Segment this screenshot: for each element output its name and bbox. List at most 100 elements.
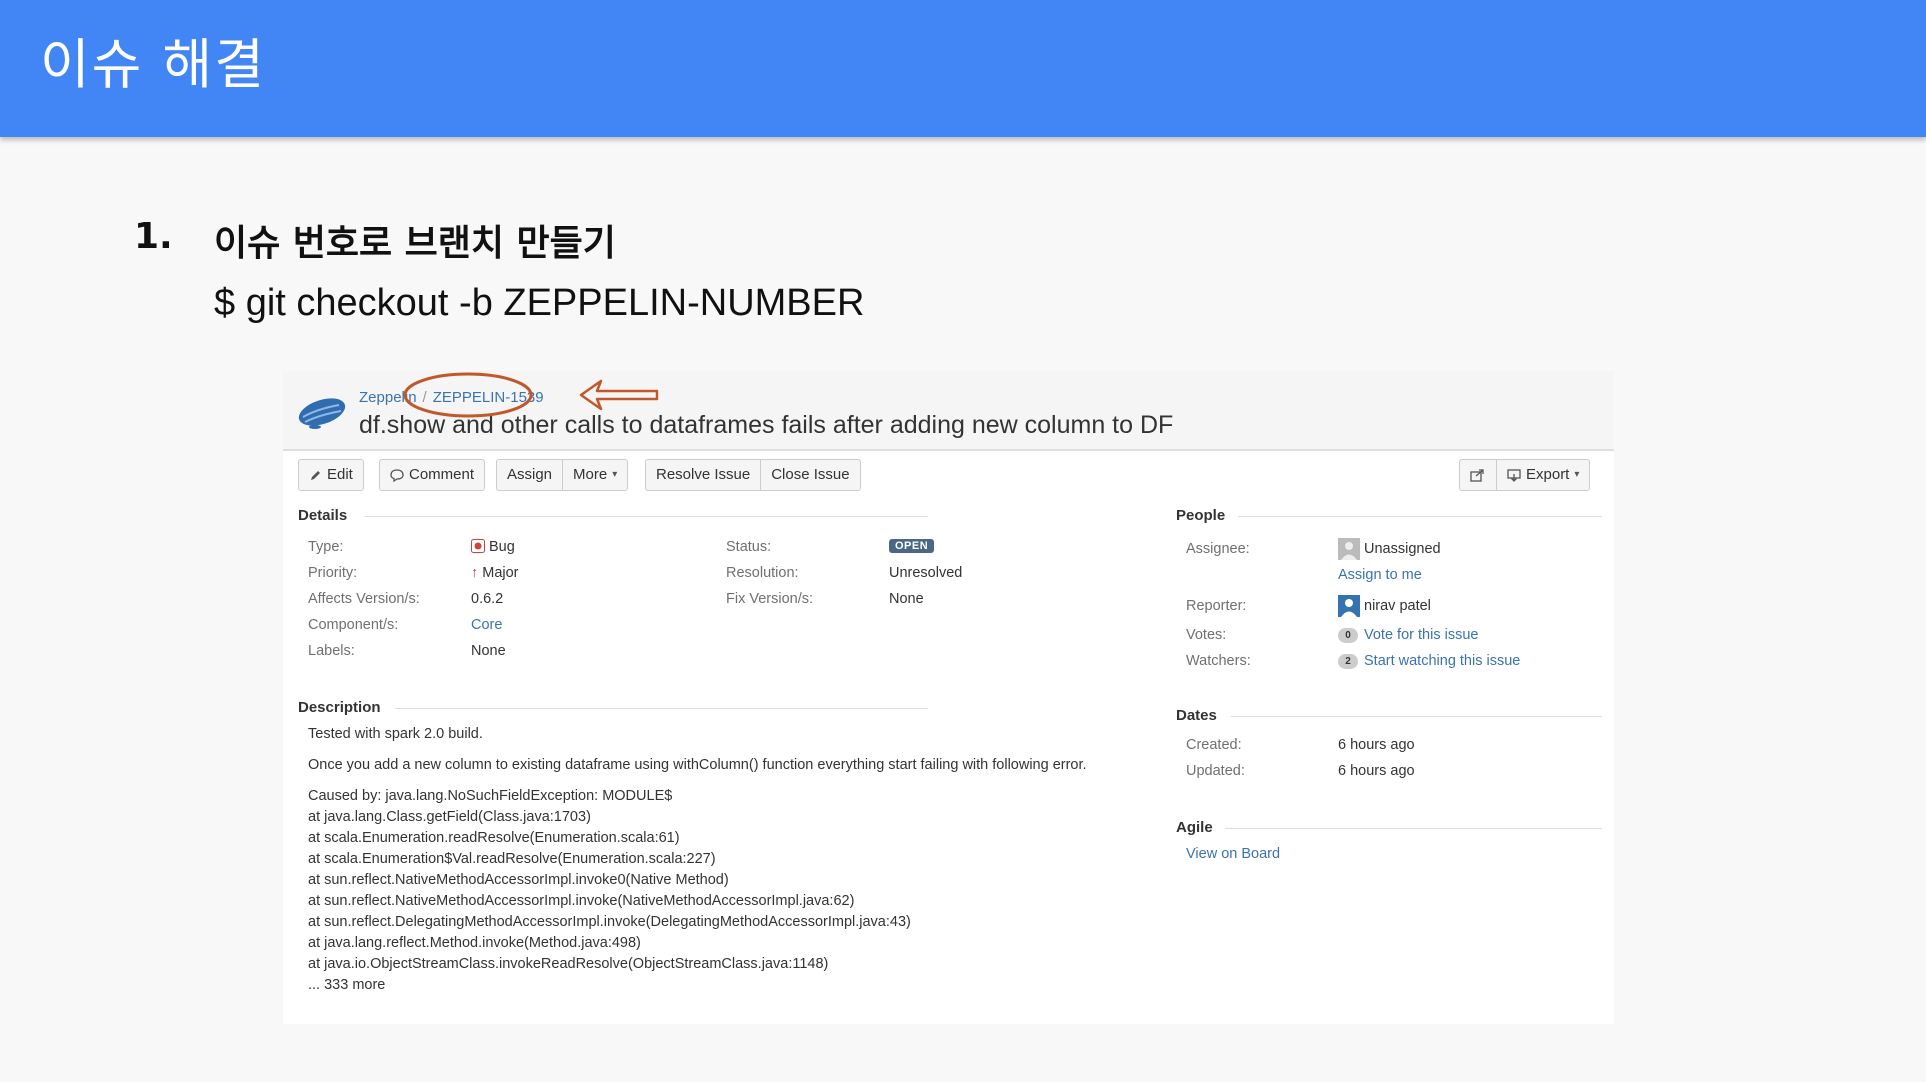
speech-bubble-icon — [390, 468, 404, 482]
caret-down-icon: ▾ — [612, 469, 618, 480]
agile-divider — [1225, 828, 1602, 829]
breadcrumb: Zeppelin / ZEPPELIN-1539 — [359, 389, 544, 406]
issue-summary: df.show and other calls to dataframes fa… — [359, 411, 1174, 439]
resolution-label: Resolution: — [726, 565, 799, 581]
description-heading: Description — [298, 699, 381, 716]
watchers-label: Watchers: — [1186, 653, 1251, 669]
watchers-value: 2 Start watching this issue — [1338, 653, 1520, 669]
export-button[interactable]: Export ▾ — [1496, 460, 1589, 490]
reporter-text: nirav patel — [1364, 597, 1431, 614]
stack-trace-line: at sun.reflect.NativeMethodAccessorImpl.… — [308, 872, 729, 888]
people-divider — [1238, 516, 1602, 517]
resolve-issue-button[interactable]: Resolve Issue — [646, 460, 760, 490]
stack-trace-line: ... 333 more — [308, 977, 386, 993]
step-number: 1. — [134, 216, 173, 257]
description-line: Once you add a new column to existing da… — [308, 757, 1087, 773]
more-label: More — [573, 466, 608, 483]
priority-value: ↑ Major — [471, 565, 519, 581]
created-value: 6 hours ago — [1338, 737, 1415, 753]
share-export-group: Export ▾ — [1459, 459, 1591, 491]
stack-trace-line: at scala.Enumeration.readResolve(Enumera… — [308, 830, 680, 846]
share-icon — [1470, 469, 1484, 482]
assign-more-group: Assign More ▾ — [496, 459, 629, 491]
description-divider — [395, 708, 928, 709]
issue-header: Zeppelin / ZEPPELIN-1539 df.show and other… — [283, 371, 1614, 451]
component-label: Component/s: — [308, 617, 399, 633]
slide-header: 이슈 해결 — [0, 0, 1926, 137]
status-label: Status: — [726, 539, 772, 555]
updated-label: Updated: — [1186, 763, 1245, 779]
type-value: Bug — [471, 539, 515, 555]
share-button[interactable] — [1460, 460, 1496, 490]
zeppelin-logo-icon — [298, 398, 346, 429]
breadcrumb-project-link[interactable]: Zeppelin — [359, 389, 417, 406]
issue-toolbar: Edit Comment Assign More ▾ Resolve Issue… — [283, 459, 1614, 491]
edit-button[interactable]: Edit — [299, 460, 363, 490]
git-command: $ git checkout -b ZEPPELIN-NUMBER — [214, 282, 865, 324]
close-issue-button[interactable]: Close Issue — [760, 460, 859, 490]
component-link[interactable]: Core — [471, 617, 502, 633]
stack-trace-line: at scala.Enumeration$Val.readResolve(Enu… — [308, 851, 716, 867]
comment-label: Comment — [409, 466, 475, 483]
watch-link[interactable]: Start watching this issue — [1364, 653, 1520, 669]
unassigned-avatar-icon — [1338, 538, 1360, 560]
updated-value: 6 hours ago — [1338, 763, 1415, 779]
caret-down-icon: ▾ — [1574, 469, 1580, 480]
priority-text: Major — [482, 565, 519, 581]
reporter-avatar-icon — [1338, 595, 1360, 617]
type-text: Bug — [489, 539, 515, 555]
reporter-value: nirav patel — [1338, 595, 1431, 617]
description-line: Tested with spark 2.0 build. — [308, 726, 483, 742]
affects-version-value: 0.6.2 — [471, 591, 504, 607]
pencil-icon — [311, 470, 320, 480]
status-badge: OPEN — [889, 539, 935, 553]
stack-trace-line: at java.lang.Class.getField(Class.java:1… — [308, 809, 591, 825]
edit-label: Edit — [327, 466, 353, 483]
assign-to-me-link[interactable]: Assign to me — [1338, 567, 1422, 583]
details-heading: Details — [298, 507, 348, 524]
details-divider — [365, 516, 928, 517]
view-on-board-link[interactable]: View on Board — [1186, 846, 1280, 862]
fix-version-label: Fix Version/s: — [726, 591, 814, 607]
comment-group: Comment — [379, 459, 486, 491]
more-button[interactable]: More ▾ — [562, 460, 627, 490]
assignee-value: Unassigned — [1338, 538, 1441, 560]
assignee-label: Assignee: — [1186, 541, 1250, 557]
dates-divider — [1231, 716, 1602, 717]
slide-title: 이슈 해결 — [40, 33, 266, 96]
votes-count: 0 — [1338, 628, 1358, 643]
edit-group: Edit — [298, 459, 364, 491]
dates-heading: Dates — [1176, 707, 1217, 724]
arrow-up-icon: ↑ — [471, 565, 479, 581]
workflow-group: Resolve Issue Close Issue — [645, 459, 861, 491]
jira-issue-screenshot: Zeppelin / ZEPPELIN-1539 df.show and other… — [283, 371, 1614, 1024]
stack-trace-line: at sun.reflect.NativeMethodAccessorImpl.… — [308, 893, 855, 909]
votes-value: 0 Vote for this issue — [1338, 627, 1478, 643]
priority-label: Priority: — [308, 565, 358, 581]
fix-version-value: None — [889, 591, 924, 607]
resolution-value: Unresolved — [889, 565, 963, 581]
affects-version-label: Affects Version/s: — [308, 591, 420, 607]
labels-value: None — [471, 643, 506, 659]
created-label: Created: — [1186, 737, 1242, 753]
labels-label: Labels: — [308, 643, 355, 659]
bug-icon — [471, 539, 485, 553]
stack-trace-line: at java.io.ObjectStreamClass.invokeReadR… — [308, 956, 829, 972]
reporter-label: Reporter: — [1186, 598, 1247, 614]
download-icon — [1507, 469, 1521, 482]
breadcrumb-issue-key-link[interactable]: ZEPPELIN-1539 — [433, 389, 544, 406]
agile-heading: Agile — [1176, 819, 1213, 836]
stack-trace-line: Caused by: java.lang.NoSuchFieldExceptio… — [308, 788, 673, 804]
assign-button[interactable]: Assign — [497, 460, 562, 490]
assignee-text: Unassigned — [1364, 540, 1441, 557]
stack-trace-line: at sun.reflect.DelegatingMethodAccessorI… — [308, 914, 911, 930]
type-label: Type: — [308, 539, 344, 555]
comment-button[interactable]: Comment — [380, 460, 484, 490]
votes-label: Votes: — [1186, 627, 1227, 643]
stack-trace-line: at java.lang.reflect.Method.invoke(Metho… — [308, 935, 641, 951]
watchers-count: 2 — [1338, 654, 1358, 669]
export-label: Export — [1526, 466, 1570, 483]
vote-link[interactable]: Vote for this issue — [1364, 627, 1478, 643]
step-title: 이슈 번호로 브랜치 만들기 — [214, 223, 616, 264]
people-heading: People — [1176, 507, 1226, 524]
